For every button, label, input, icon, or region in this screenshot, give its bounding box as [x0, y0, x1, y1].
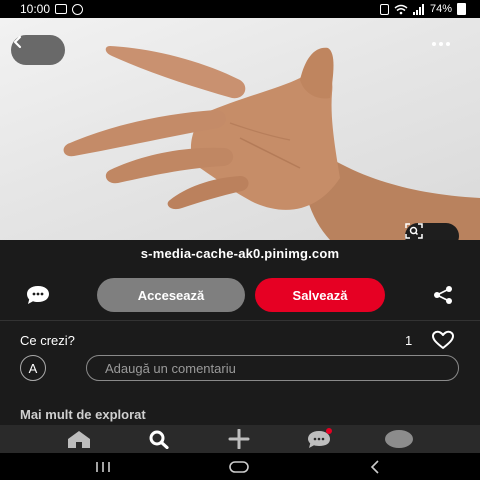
save-button[interactable]: Salvează — [255, 278, 385, 312]
divider — [0, 320, 480, 321]
visual-search-button[interactable] — [405, 223, 459, 240]
share-icon — [434, 286, 452, 304]
signal-icon — [412, 3, 424, 15]
search-icon — [149, 430, 169, 449]
plus-icon — [228, 429, 250, 449]
more-options-button[interactable] — [432, 42, 450, 46]
status-time: 10:00 — [20, 2, 51, 16]
tab-search[interactable] — [144, 428, 174, 450]
pin-image[interactable] — [0, 18, 480, 240]
system-back-button[interactable] — [360, 458, 390, 476]
comments-heading: Ce crezi? — [20, 333, 75, 348]
home-circle-icon — [229, 461, 249, 473]
back-arrow-icon — [370, 460, 379, 474]
dot — [439, 42, 443, 46]
tab-profile[interactable] — [384, 428, 414, 450]
tab-home[interactable] — [64, 428, 94, 450]
heart-icon — [432, 330, 454, 349]
whatsapp-icon — [72, 3, 84, 15]
profile-icon — [385, 430, 413, 448]
bottom-tab-bar — [0, 425, 480, 453]
notification-badge — [326, 428, 332, 434]
recents-button[interactable] — [88, 458, 118, 476]
back-chevron-icon — [13, 35, 22, 49]
visit-button[interactable]: Accesează — [97, 278, 245, 312]
battery-level: 74% — [429, 3, 452, 15]
gallery-icon — [55, 4, 68, 14]
dot — [432, 42, 436, 46]
lens-icon — [405, 223, 423, 239]
sim-icon — [379, 3, 389, 15]
home-icon — [68, 431, 90, 448]
status-right: 74% — [379, 3, 466, 15]
chat-bubble-icon — [27, 286, 49, 304]
status-left: 10:00 — [20, 2, 84, 16]
battery-icon — [457, 3, 466, 15]
dot — [446, 42, 450, 46]
like-count: 1 — [405, 333, 413, 348]
system-nav-bar — [0, 453, 480, 480]
system-home-button[interactable] — [224, 458, 254, 476]
hand-image — [63, 46, 480, 240]
recents-icon — [96, 462, 110, 472]
user-avatar[interactable]: A — [20, 355, 46, 381]
tab-messages[interactable] — [304, 428, 334, 450]
status-bar: 10:00 74% — [0, 0, 480, 18]
like-button[interactable] — [430, 330, 456, 350]
comment-button[interactable] — [24, 284, 52, 306]
back-button[interactable] — [11, 35, 65, 65]
explore-heading: Mai mult de explorat — [20, 407, 146, 422]
comment-input[interactable] — [86, 355, 459, 381]
tab-create[interactable] — [224, 428, 254, 450]
share-button[interactable] — [430, 284, 456, 306]
wifi-icon — [394, 4, 408, 14]
pin-source-link[interactable]: s-media-cache-ak0.pinimg.com — [0, 246, 480, 261]
